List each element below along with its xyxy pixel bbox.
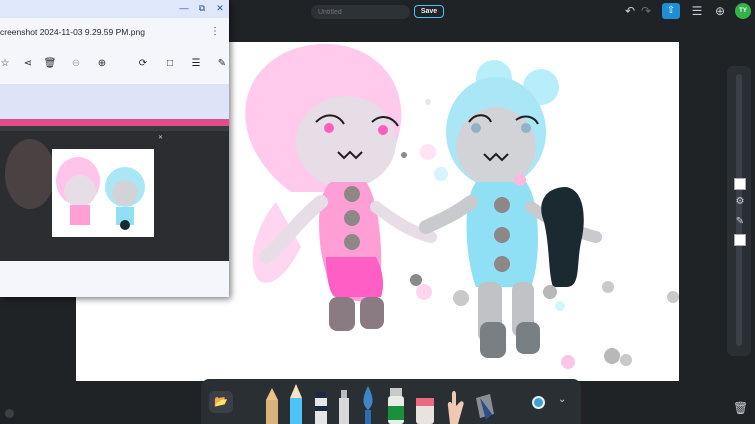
zoom-in-icon[interactable]: ⊕ xyxy=(95,57,109,71)
current-color-button[interactable] xyxy=(532,396,545,409)
avatar[interactable]: TY xyxy=(735,3,751,19)
more-options-icon[interactable]: ⋮ xyxy=(210,26,220,37)
crop-icon[interactable]: □ xyxy=(163,57,177,71)
add-icon[interactable]: ⊕ xyxy=(712,3,728,19)
layers-icon[interactable]: ☰ xyxy=(689,3,705,19)
redo-icon[interactable]: ↷ xyxy=(638,3,654,19)
trash-icon[interactable]: 🗑 xyxy=(733,401,748,415)
share-button[interactable]: ⇧ xyxy=(662,3,680,19)
share-icon: ⇧ xyxy=(666,5,676,16)
file-name: creenshot 2024-11-03 9.29.59 PM.png xyxy=(0,27,145,37)
eraser-tool[interactable] xyxy=(414,384,436,424)
fill-bucket-tool[interactable] xyxy=(470,384,498,424)
close-icon[interactable]: ✕ xyxy=(214,2,226,14)
rotate-icon[interactable]: ⟳ xyxy=(136,57,150,71)
viewer-strip xyxy=(0,84,229,119)
settings-icon[interactable]: ⚙ xyxy=(733,195,747,209)
chevron-down-icon[interactable]: ⌄ xyxy=(558,394,566,405)
brush-icon[interactable]: ✎ xyxy=(733,215,747,229)
adjust-icon[interactable]: ☰ xyxy=(189,57,203,71)
fineliner-tool[interactable] xyxy=(336,384,352,424)
markup-icon[interactable]: ✎ xyxy=(215,57,229,71)
marker-tool[interactable] xyxy=(313,384,329,424)
color-swatch-primary[interactable] xyxy=(734,178,746,190)
zoom-out-icon[interactable]: ⊖ xyxy=(69,57,83,71)
viewer-titlebar: — ⧉ ✕ xyxy=(0,0,229,18)
paint-tube-tool[interactable] xyxy=(386,384,406,424)
color-swatch-secondary[interactable] xyxy=(734,234,746,246)
delete-icon[interactable]: 🗑 xyxy=(43,57,57,71)
undo-icon[interactable]: ↶ xyxy=(622,3,638,19)
restore-icon[interactable]: ⧉ xyxy=(196,2,208,14)
color-pencil-tool[interactable] xyxy=(288,384,304,424)
ink-drop-tool[interactable] xyxy=(359,384,377,424)
screenshot-preview: ✕ xyxy=(0,119,229,261)
folder-icon: 📂 xyxy=(214,396,228,408)
svg-text:✕: ✕ xyxy=(158,135,163,141)
status-dot xyxy=(5,409,14,418)
document-title-input[interactable] xyxy=(311,5,410,19)
brush-size-slider[interactable] xyxy=(736,74,742,346)
folder-button[interactable]: 📂 xyxy=(209,391,233,413)
pink-face xyxy=(296,96,396,188)
save-button[interactable]: Save xyxy=(414,5,444,18)
minimize-icon[interactable]: — xyxy=(178,2,190,14)
pencil-tool[interactable] xyxy=(264,384,280,424)
share-icon[interactable]: ☆ xyxy=(0,57,12,71)
preview-image: ✕ xyxy=(0,119,229,237)
image-viewer-window: — ⧉ ✕ creenshot 2024-11-03 9.29.59 PM.pn… xyxy=(0,0,229,297)
dark-tail xyxy=(541,187,584,287)
share-icon[interactable]: ⋖ xyxy=(21,57,35,71)
hand-tool[interactable] xyxy=(440,384,466,424)
